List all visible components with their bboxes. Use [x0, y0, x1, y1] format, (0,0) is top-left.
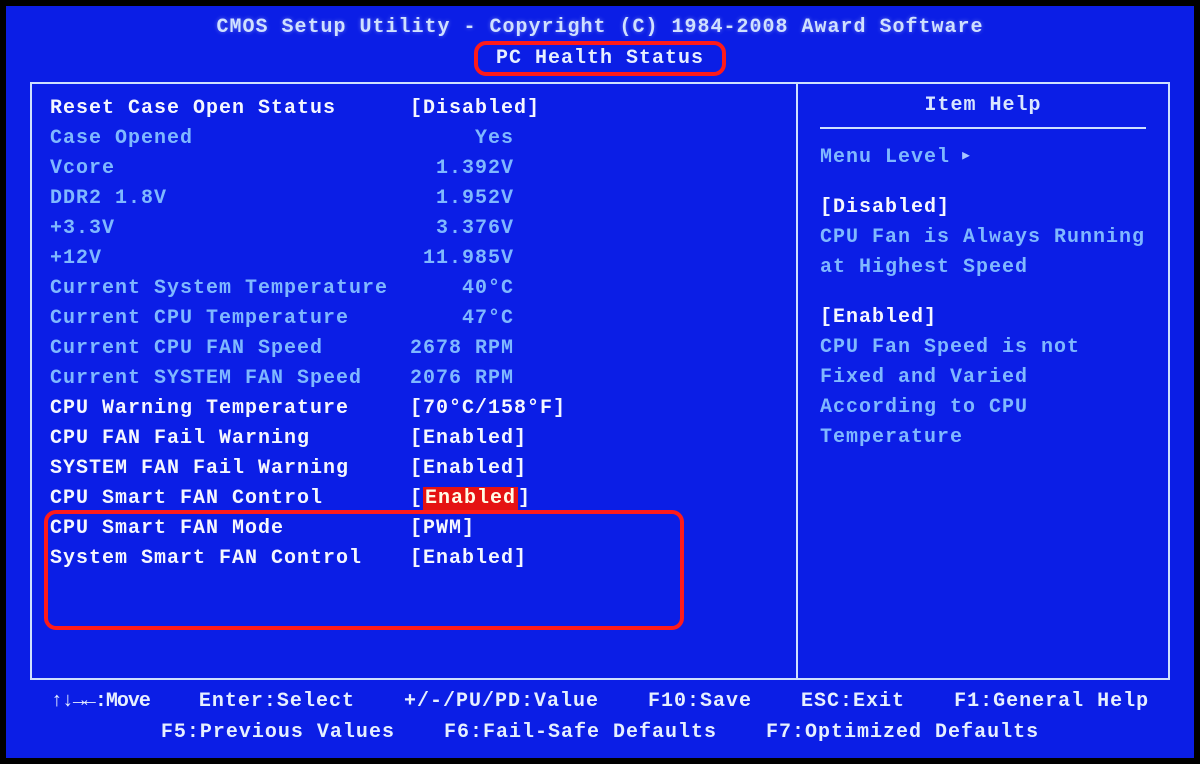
legend-failsafe: F6:Fail-Safe Defaults	[444, 721, 717, 744]
legend-move: ↑↓→←:Move	[51, 690, 150, 713]
setting-row: Current SYSTEM FAN Speed2076 RPM	[50, 364, 778, 394]
setting-label: Vcore	[50, 154, 410, 184]
legend-optimized: F7:Optimized Defaults	[766, 721, 1039, 744]
help-title: Item Help	[820, 94, 1146, 129]
setting-label: +12V	[50, 244, 410, 274]
settings-panel[interactable]: Reset Case Open Status[Disabled]Case Ope…	[32, 84, 798, 678]
setting-label: CPU Warning Temperature	[50, 394, 410, 424]
setting-label: Reset Case Open Status	[50, 94, 410, 124]
setting-value: Yes	[410, 124, 514, 154]
setting-value: 1.952V	[410, 184, 514, 214]
setting-label: Current System Temperature	[50, 274, 410, 304]
setting-value: 1.392V	[410, 154, 514, 184]
bios-title: CMOS Setup Utility - Copyright (C) 1984-…	[30, 16, 1170, 39]
setting-row[interactable]: CPU Smart FAN Control[Enabled]	[50, 484, 778, 514]
setting-label: CPU Smart FAN Control	[50, 484, 410, 514]
setting-value: 2678 RPM	[410, 334, 514, 364]
setting-row[interactable]: CPU Smart FAN Mode[PWM]	[50, 514, 778, 544]
setting-value[interactable]: [70°C/158°F]	[410, 394, 566, 424]
setting-label: CPU Smart FAN Mode	[50, 514, 410, 544]
setting-row: Vcore 1.392V	[50, 154, 778, 184]
setting-row: DDR2 1.8V 1.952V	[50, 184, 778, 214]
setting-row[interactable]: System Smart FAN Control[Enabled]	[50, 544, 778, 574]
setting-label: +3.3V	[50, 214, 410, 244]
setting-label: System Smart FAN Control	[50, 544, 410, 574]
key-legend: ↑↓→←:Move Enter:Select +/-/PU/PD:Value F…	[30, 680, 1170, 750]
help-section: [Enabled]CPU Fan Speed is not Fixed and …	[820, 303, 1146, 453]
setting-value: 11.985V	[410, 244, 514, 274]
setting-row[interactable]: Reset Case Open Status[Disabled]	[50, 94, 778, 124]
setting-row: +3.3V 3.376V	[50, 214, 778, 244]
help-section: [Disabled]CPU Fan is Always Running at H…	[820, 193, 1146, 283]
setting-value: 3.376V	[410, 214, 514, 244]
setting-value[interactable]: [Enabled]	[410, 454, 527, 484]
legend-save: F10:Save	[648, 690, 752, 713]
setting-label: SYSTEM FAN Fail Warning	[50, 454, 410, 484]
legend-value: +/-/PU/PD:Value	[404, 690, 599, 713]
chevron-right-icon: ▸	[960, 142, 973, 168]
setting-value: 47°C	[410, 304, 514, 334]
page-title-box: PC Health Status	[474, 41, 726, 76]
setting-row[interactable]: SYSTEM FAN Fail Warning[Enabled]	[50, 454, 778, 484]
setting-value: 2076 RPM	[410, 364, 514, 394]
setting-row[interactable]: CPU Warning Temperature[70°C/158°F]	[50, 394, 778, 424]
content-frame: Reset Case Open Status[Disabled]Case Ope…	[30, 82, 1170, 680]
setting-row[interactable]: CPU FAN Fail Warning[Enabled]	[50, 424, 778, 454]
setting-value: 40°C	[410, 274, 514, 304]
legend-enter: Enter:Select	[199, 690, 355, 713]
setting-label: DDR2 1.8V	[50, 184, 410, 214]
bios-screen: CMOS Setup Utility - Copyright (C) 1984-…	[6, 6, 1194, 758]
menu-level: Menu Level▸	[820, 143, 1146, 169]
legend-help: F1:General Help	[954, 690, 1149, 713]
setting-row: Case Opened Yes	[50, 124, 778, 154]
setting-value[interactable]: [Disabled]	[410, 94, 540, 124]
setting-label: Case Opened	[50, 124, 410, 154]
help-panel: Item Help Menu Level▸ [Disabled]CPU Fan …	[798, 84, 1168, 678]
page-title: PC Health Status	[496, 47, 704, 70]
setting-row: Current CPU Temperature 47°C	[50, 304, 778, 334]
setting-row: Current System Temperature 40°C	[50, 274, 778, 304]
setting-label: CPU FAN Fail Warning	[50, 424, 410, 454]
setting-value[interactable]: [Enabled]	[410, 484, 531, 514]
header: CMOS Setup Utility - Copyright (C) 1984-…	[30, 14, 1170, 82]
legend-exit: ESC:Exit	[801, 690, 905, 713]
setting-row: Current CPU FAN Speed2678 RPM	[50, 334, 778, 364]
setting-label: Current CPU FAN Speed	[50, 334, 410, 364]
setting-value[interactable]: [PWM]	[410, 514, 475, 544]
setting-row: +12V 11.985V	[50, 244, 778, 274]
setting-label: Current CPU Temperature	[50, 304, 410, 334]
setting-value[interactable]: [Enabled]	[410, 544, 527, 574]
legend-prev: F5:Previous Values	[161, 721, 395, 744]
setting-value[interactable]: [Enabled]	[410, 424, 527, 454]
setting-label: Current SYSTEM FAN Speed	[50, 364, 410, 394]
